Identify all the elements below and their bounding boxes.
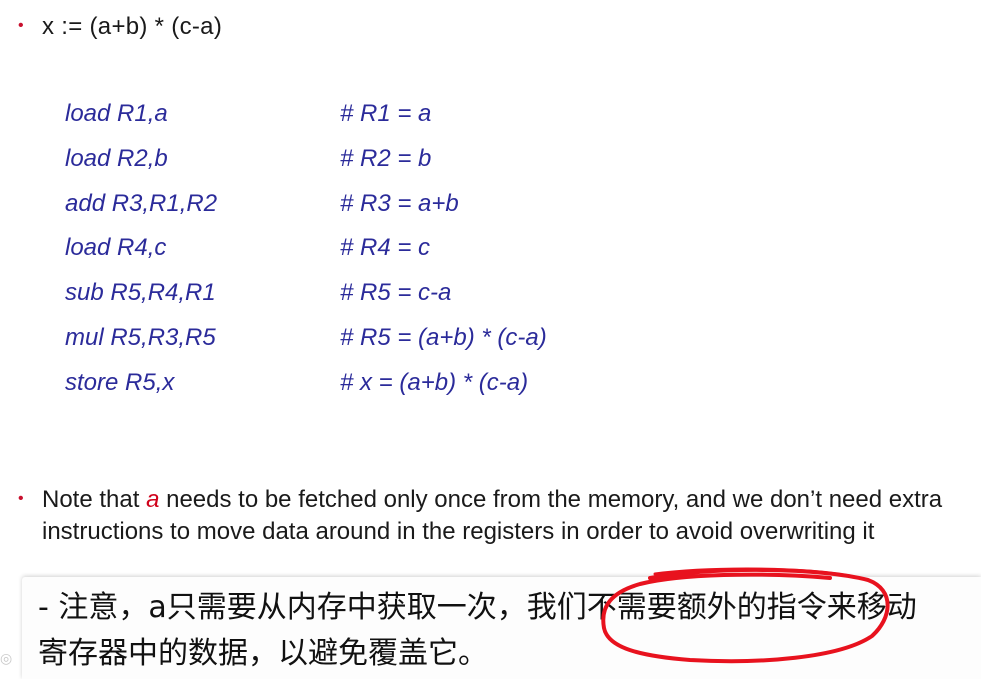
formula-text: x := (a+b) * (c-a) <box>42 13 223 40</box>
code-instruction: mul R5,R3,R5 <box>65 323 216 351</box>
subtitle-line: - 注意，a只需要从内存中获取一次，我们不需要额外的指令来移动 <box>38 590 917 625</box>
code-comment: # R1 = a <box>340 100 432 127</box>
code-comment: # R4 = c <box>340 234 431 262</box>
code-instruction: load R1,a <box>65 100 168 127</box>
note-highlight-variable: a <box>146 486 160 513</box>
subtitle-text: - 注意，a只需要从内存中获取一次，我们不需要额外的指令来移动 寄存器中的数据，… <box>38 585 978 677</box>
code-instruction: load R2,b <box>65 144 168 172</box>
bullet-dot-icon: • <box>18 490 24 507</box>
code-instruction: store R5,x <box>65 368 175 396</box>
code-instruction: sub R5,R4,R1 <box>65 279 216 307</box>
code-comment: # x = (a+b) * (c-a) <box>340 368 529 396</box>
side-fragment-icon: ◎ <box>0 650 13 666</box>
code-comment: # R5 = (a+b) * (c-a) <box>340 323 547 351</box>
formula-bullet: • x := (a+b) * (c-a) <box>18 11 222 43</box>
code-instruction: add R3,R1,R2 <box>65 189 218 217</box>
hand-drawn-circle-stroke <box>653 567 852 578</box>
note-prefix: Note that <box>42 486 147 513</box>
note-bullet: • Note that a needs to be fetched only o… <box>18 484 958 548</box>
code-comment: # R3 = a+b <box>340 189 459 217</box>
code-instruction: load R4,c <box>65 234 167 262</box>
subtitle-line: 寄存器中的数据，以避免覆盖它。 <box>38 636 488 671</box>
note-text: Note that a needs to be fetched only onc… <box>42 484 952 548</box>
note-suffix: needs to be fetched only once from the m… <box>42 486 943 545</box>
subtitle-overlay: - 注意，a只需要从内存中获取一次，我们不需要额外的指令来移动 寄存器中的数据，… <box>22 577 981 679</box>
code-comment: # R2 = b <box>340 144 432 172</box>
code-comment: # R5 = c-a <box>340 279 452 307</box>
bullet-dot-icon: • <box>18 17 24 34</box>
